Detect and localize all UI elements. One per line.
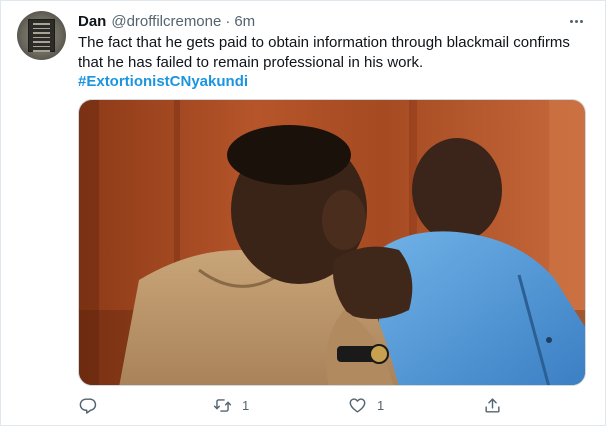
tweet-text-line: The fact that he gets paid to obtain inf… — [78, 34, 570, 51]
like-button[interactable]: 1 — [348, 393, 384, 417]
tweet-photo[interactable] — [78, 99, 586, 386]
separator-dot: · — [225, 13, 231, 30]
timestamp[interactable]: 6m — [234, 13, 255, 30]
hashtag-link[interactable]: #ExtortionistCNyakundi — [78, 72, 248, 92]
share-icon — [485, 397, 500, 413]
more-horizontal-icon[interactable] — [567, 12, 585, 30]
share-button[interactable] — [483, 393, 512, 417]
photo-illustration — [79, 100, 585, 385]
tweet-text: The fact that he gets paid to obtain inf… — [78, 33, 593, 73]
avatar[interactable] — [17, 11, 66, 60]
tweet-actions: 1 1 — [1, 393, 606, 419]
retweet-count: 1 — [242, 397, 250, 413]
tweet-text-line: that he has failed to remain professiona… — [78, 54, 424, 71]
tweet-card[interactable]: Dan @droffilcremone · 6m The fact that h… — [0, 0, 606, 426]
author-name[interactable]: Dan — [78, 13, 106, 30]
avatar-plaque-image — [28, 19, 55, 52]
retweet-icon — [213, 398, 232, 412]
tweet-header: Dan @droffilcremone · 6m — [78, 13, 255, 31]
author-handle[interactable]: @droffilcremone — [111, 13, 221, 30]
like-count: 1 — [377, 397, 385, 413]
heart-icon — [349, 397, 366, 413]
reply-icon — [79, 397, 97, 414]
retweet-button[interactable]: 1 — [213, 393, 249, 417]
reply-button[interactable] — [78, 393, 107, 417]
